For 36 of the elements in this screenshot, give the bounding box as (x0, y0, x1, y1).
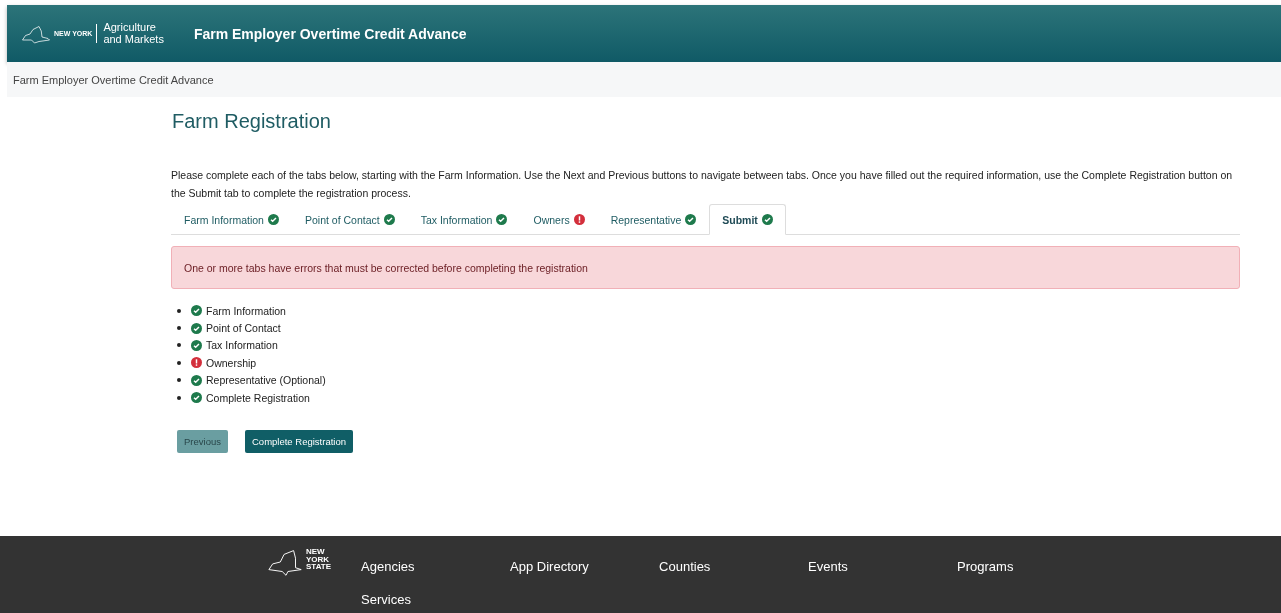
submit-button[interactable]: Complete Registration (245, 430, 353, 454)
agency-name: Agriculture (103, 21, 157, 34)
footer-link[interactable]: Agencies (361, 559, 511, 580)
bullet-icon (177, 395, 181, 400)
tab[interactable]: Submit (709, 204, 786, 235)
previous-button[interactable]: Previous (177, 430, 228, 454)
footer-link[interactable]: Programs (957, 559, 1107, 580)
page-title: Farm Registration (172, 110, 332, 133)
app-title: Farm Employer Overtime Credit Advance (193, 25, 467, 42)
logo-text: STATE (306, 563, 332, 571)
alert-text: One or more tabs have errors that must be corrected before completing the registration (184, 261, 588, 274)
checklist-item: Ownership (206, 356, 257, 369)
bullet-icon (177, 326, 181, 331)
breadcrumb[interactable]: Farm Employer Overtime Credit Advance (13, 73, 214, 86)
intro-text: Please complete each of the tabs below, starting with the Farm Information. Use the Next and Previous buttons to navigate between tabs. Once you have filled out the required information, use the Complete Registration button on the Submit tab to complete the registration process. (171, 168, 1234, 201)
checklist-item: Representative (Optional) (206, 374, 326, 387)
bullet-icon (177, 308, 181, 313)
checklist-item: Farm Information (206, 304, 286, 317)
tab[interactable]: Point of Contact (291, 204, 408, 235)
bullet-icon (177, 343, 181, 348)
agency-name: and Markets (103, 33, 164, 46)
footer-link[interactable]: Counties (659, 559, 809, 580)
bullet-icon (177, 378, 181, 383)
checklist-item: Point of Contact (206, 322, 281, 335)
footer-link[interactable]: App Directory (510, 559, 660, 580)
logo-text: YORK (306, 555, 331, 564)
footer-link[interactable]: Events (808, 559, 958, 580)
tab[interactable]: Representative (597, 204, 710, 235)
checklist-item: Tax Information (206, 339, 278, 352)
footer-link[interactable]: Services (361, 592, 511, 613)
bullet-icon (177, 360, 181, 365)
logo-text: NEW (306, 548, 326, 556)
tab[interactable]: Farm Information (171, 204, 292, 235)
tab[interactable]: Owners (520, 204, 598, 235)
tab[interactable]: Tax Information (407, 204, 521, 235)
checklist-item: Complete Registration (206, 391, 310, 404)
